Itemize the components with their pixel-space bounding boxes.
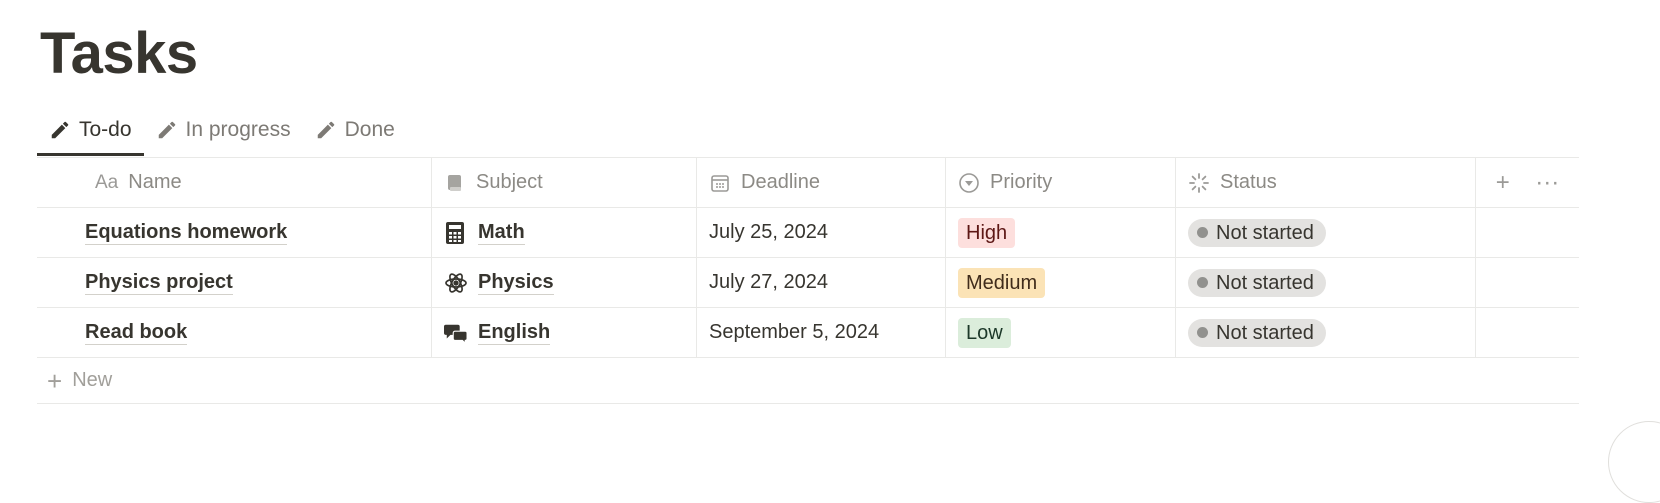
table-row[interactable]: Equations homework Math July 25, 2024 Hi… [37,208,1579,258]
new-row-label: New [72,369,113,391]
deadline-date: July 27, 2024 [709,271,828,293]
cell-priority[interactable]: Medium [946,258,1176,307]
atom-icon [444,271,468,295]
tab-label: Done [344,118,395,141]
column-header-label: Deadline [741,171,820,193]
priority-badge: Low [958,317,1011,348]
plus-icon: + [47,365,63,396]
status-label: Not started [1216,271,1314,294]
tasks-table: Aa Name Subject Deadline Priority Status… [37,157,1579,404]
cell-deadline[interactable]: July 27, 2024 [697,258,946,307]
table-row[interactable]: Physics project Physics July 27, 2024 Me… [37,258,1579,308]
cell-priority[interactable]: Low [946,308,1176,357]
status-badge: Not started [1188,268,1326,297]
column-header-name[interactable]: Aa Name [37,158,432,207]
subject-link[interactable]: English [478,320,551,345]
tab-done[interactable]: Done [303,108,407,146]
cell-deadline[interactable]: July 25, 2024 [697,208,946,257]
cell-extra [1476,258,1579,307]
pencil-icon [156,119,178,141]
cell-status[interactable]: Not started [1176,308,1476,357]
calendar-icon [709,172,731,194]
deadline-date: July 25, 2024 [709,221,828,243]
cell-subject[interactable]: Math [432,208,697,257]
cell-extra [1476,308,1579,357]
tab-to-do[interactable]: To-do [37,108,144,156]
subject-link[interactable]: Math [478,220,525,245]
subject-link[interactable]: Physics [478,270,554,295]
status-dot-icon [1197,227,1208,238]
cell-priority[interactable]: High [946,208,1176,257]
column-header-priority[interactable]: Priority [946,158,1176,207]
cell-deadline[interactable]: September 5, 2024 [697,308,946,357]
calculator-icon [444,221,468,245]
tab-label: To-do [79,118,132,141]
column-header-status[interactable]: Status [1176,158,1476,207]
column-header-deadline[interactable]: Deadline [697,158,946,207]
more-options-icon[interactable]: ··· [1535,169,1559,197]
page-title: Tasks [40,21,198,86]
priority-badge: High [958,217,1016,248]
text-type-icon: Aa [95,171,119,193]
select-icon [958,172,980,194]
cell-name[interactable]: Equations homework [37,208,432,257]
chat-bubbles-icon [444,321,468,345]
cell-subject[interactable]: Physics [432,258,697,307]
status-badge: Not started [1188,218,1326,247]
table-row[interactable]: Read book English September 5, 2024 Low [37,308,1579,358]
cell-status[interactable]: Not started [1176,208,1476,257]
pencil-icon [315,119,337,141]
priority-badge: Medium [958,267,1046,298]
status-spinner-icon [1188,172,1210,194]
cell-subject[interactable]: English [432,308,697,357]
add-column-plus-icon[interactable]: + [1496,169,1510,197]
tab-in-progress[interactable]: In progress [144,108,303,146]
cell-name[interactable]: Read book [37,308,432,357]
status-label: Not started [1216,321,1314,344]
table-header-row: Aa Name Subject Deadline Priority Status… [37,157,1579,208]
tab-label: In progress [185,118,291,141]
column-header-actions: + ··· [1476,158,1579,207]
status-dot-icon [1197,327,1208,338]
cell-status[interactable]: Not started [1176,258,1476,307]
pencil-icon [49,119,71,141]
task-name[interactable]: Equations homework [85,220,288,245]
status-badge: Not started [1188,318,1326,347]
column-header-subject[interactable]: Subject [432,158,697,207]
book-icon [444,172,466,194]
task-name[interactable]: Physics project [85,270,233,295]
status-dot-icon [1197,277,1208,288]
task-name[interactable]: Read book [85,320,188,345]
cell-name[interactable]: Physics project [37,258,432,307]
status-label: Not started [1216,221,1314,244]
cell-extra [1476,208,1579,257]
column-header-label: Priority [990,171,1053,193]
column-header-label: Subject [476,171,543,193]
column-header-label: Name [128,171,182,193]
view-tabs: To-do In progress Done [37,108,407,156]
decorative-arc [1608,421,1660,503]
add-new-row-button[interactable]: + New [37,358,1579,404]
deadline-date: September 5, 2024 [709,321,880,343]
column-header-label: Status [1220,171,1277,193]
